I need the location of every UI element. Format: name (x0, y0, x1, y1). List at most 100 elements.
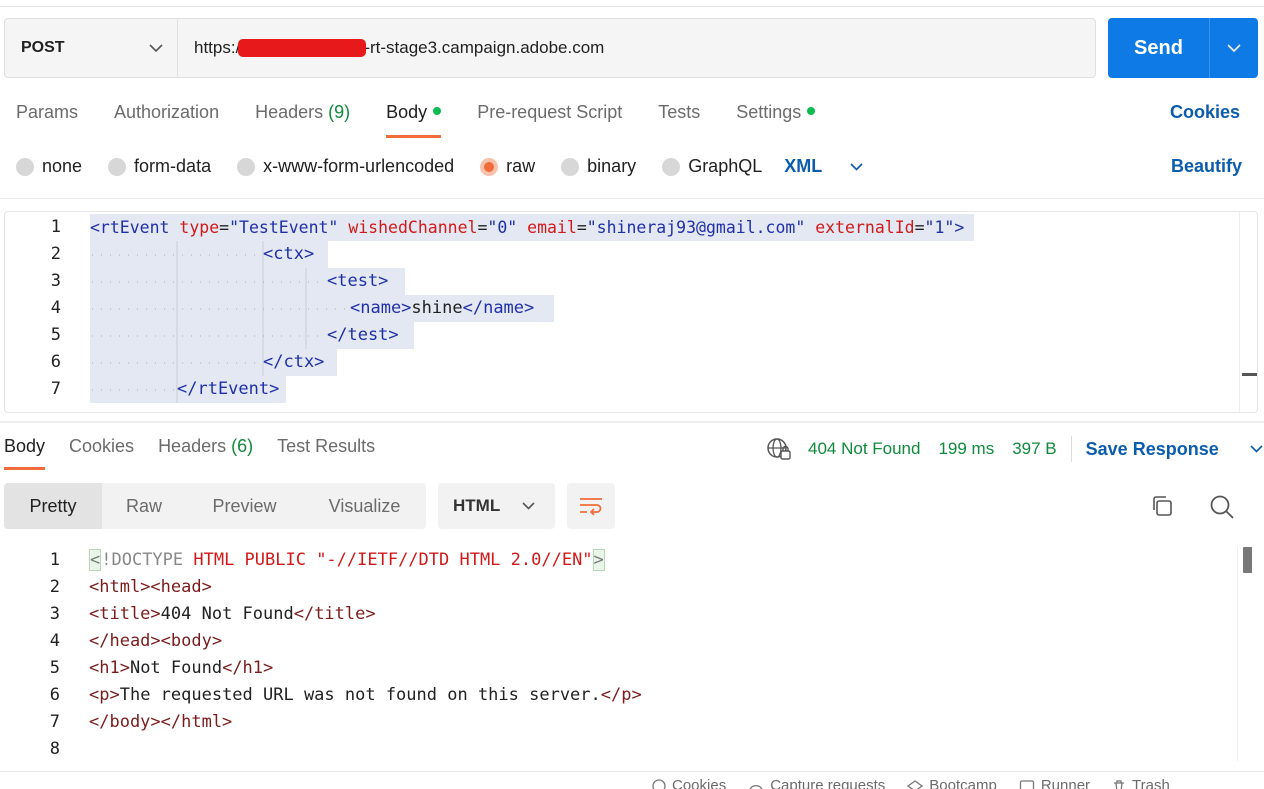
divider (1070, 436, 1072, 462)
line-number: 7 (50, 379, 61, 399)
url-input[interactable]: https:/ -rt-stage3.campaign.adobe.com (178, 19, 1095, 77)
copy-icon[interactable] (1150, 494, 1174, 518)
code-line: <rtEvent type="TestEvent" wishedChannel=… (90, 214, 975, 241)
tab-pre-request-script[interactable]: Pre-request Script (477, 102, 622, 138)
response-body-viewer[interactable]: 1 2 3 4 5 6 7 8 <!DOCTYPE HTML PUBLIC "-… (0, 547, 1237, 761)
radio-circle (662, 157, 681, 176)
tab-body[interactable]: Body (386, 102, 442, 138)
tab-response-headers[interactable]: Headers (6) (158, 436, 253, 470)
line-number: 1 (50, 217, 61, 237)
tab-label: Settings (736, 102, 802, 122)
response-size[interactable]: 397 B (1012, 439, 1056, 459)
view-visualize[interactable]: Visualize (303, 483, 426, 529)
cookies-link[interactable]: Cookies (1170, 102, 1240, 123)
tab-label: Headers (158, 436, 227, 456)
tab-label: Cookies (69, 436, 135, 456)
footer-label: Capture requests (770, 777, 886, 789)
capture-icon (749, 784, 763, 789)
radio-label: GraphQL (688, 156, 763, 176)
view-pretty[interactable]: Pretty (4, 483, 102, 529)
radio-circle-selected (480, 157, 499, 176)
radio-circle (16, 157, 34, 176)
chevron-down-icon (522, 502, 535, 510)
chevron-down-icon (850, 162, 863, 171)
code-line: </body></html> (89, 712, 233, 732)
runner-icon (1019, 779, 1034, 789)
tab-headers[interactable]: Headers (9) (255, 102, 350, 138)
line-number: 3 (50, 271, 61, 291)
wrap-lines-button[interactable] (567, 483, 615, 529)
footer-runner[interactable]: Runner (1019, 777, 1090, 789)
search-icon[interactable] (1209, 494, 1235, 520)
response-time[interactable]: 199 ms (938, 439, 994, 459)
footer-label: Trash (1132, 777, 1170, 789)
code-line: <html><head> (89, 577, 212, 597)
tab-tests[interactable]: Tests (658, 102, 700, 138)
send-button[interactable]: Send (1108, 18, 1210, 78)
tab-authorization[interactable]: Authorization (114, 102, 219, 138)
line-number: 6 (50, 352, 61, 372)
tab-label: Headers (255, 102, 324, 122)
tab-settings[interactable]: Settings (736, 102, 816, 138)
radio-raw[interactable]: raw (480, 156, 535, 177)
footer-trash[interactable]: Trash (1112, 777, 1170, 789)
request-tabs: Params Authorization Headers (9) Body Pr… (16, 102, 851, 138)
divider (0, 198, 1264, 199)
radio-circle (237, 157, 256, 176)
line-number: 2 (50, 244, 61, 264)
method-label: POST (21, 39, 65, 56)
footer-capture[interactable]: Capture requests (748, 777, 885, 789)
language-label: XML (784, 156, 823, 176)
send-button-group: Send (1108, 18, 1258, 78)
view-raw[interactable]: Raw (102, 483, 186, 529)
radio-label: binary (587, 156, 637, 176)
url-prefix: https:/ (194, 38, 241, 57)
tab-label: Tests (658, 102, 701, 122)
tab-label: Test Results (277, 436, 376, 456)
response-scrollbar-thumb[interactable] (1243, 547, 1252, 573)
view-preview[interactable]: Preview (186, 483, 303, 529)
radio-label: form-data (134, 156, 212, 176)
tab-label: Authorization (114, 102, 220, 122)
active-dot (807, 107, 816, 115)
response-format-select[interactable]: HTML (438, 483, 555, 529)
save-response-button[interactable]: Save Response (1086, 439, 1263, 460)
divider (0, 421, 1264, 423)
line-number: 1 (49, 550, 60, 570)
tab-label: Pre-request Script (477, 102, 623, 122)
radio-urlencoded[interactable]: x-www-form-urlencoded (237, 156, 454, 177)
editor-scrollbar-thumb[interactable] (1242, 373, 1257, 376)
line-number: 3 (49, 604, 60, 624)
tab-response-cookies[interactable]: Cookies (69, 436, 134, 470)
language-select[interactable]: XML (784, 156, 863, 177)
status-code[interactable]: 404 Not Found (808, 439, 920, 459)
line-number: 7 (49, 712, 60, 732)
radio-graphql[interactable]: GraphQL (662, 156, 762, 177)
chevron-down-icon (1250, 445, 1263, 453)
tab-params[interactable]: Params (16, 102, 78, 138)
footer-label: Bootcamp (929, 777, 997, 789)
footer-cookies[interactable]: Cookies (652, 777, 726, 789)
tab-response-body[interactable]: Body (4, 436, 46, 470)
globe-icon[interactable] (766, 437, 792, 461)
send-options-button[interactable] (1210, 18, 1258, 78)
tab-label: Body (4, 436, 46, 456)
code-line: <name>shine</name> (350, 298, 535, 318)
indent-guides (92, 241, 346, 403)
method-select[interactable]: POST (5, 19, 178, 77)
line-number: 5 (50, 325, 61, 345)
beautify-link[interactable]: Beautify (1171, 156, 1242, 177)
tab-test-results[interactable]: Test Results (277, 436, 375, 470)
view-mode-toggle: Pretty Raw Preview Visualize (4, 483, 426, 529)
trash-icon (1114, 779, 1125, 789)
radio-circle (108, 157, 127, 176)
footer-bootcamp[interactable]: Bootcamp (907, 777, 997, 789)
radio-none[interactable]: none (16, 156, 82, 177)
top-divider (0, 0, 1264, 7)
radio-form-data[interactable]: form-data (108, 156, 211, 177)
radio-label: none (42, 156, 83, 176)
request-body-editor[interactable]: 1 2 3 4 5 6 7 <rtEvent type="TestEvent" … (4, 211, 1258, 413)
radio-binary[interactable]: binary (561, 156, 636, 177)
line-number: 2 (49, 577, 60, 597)
wrap-lines-icon (580, 498, 602, 516)
